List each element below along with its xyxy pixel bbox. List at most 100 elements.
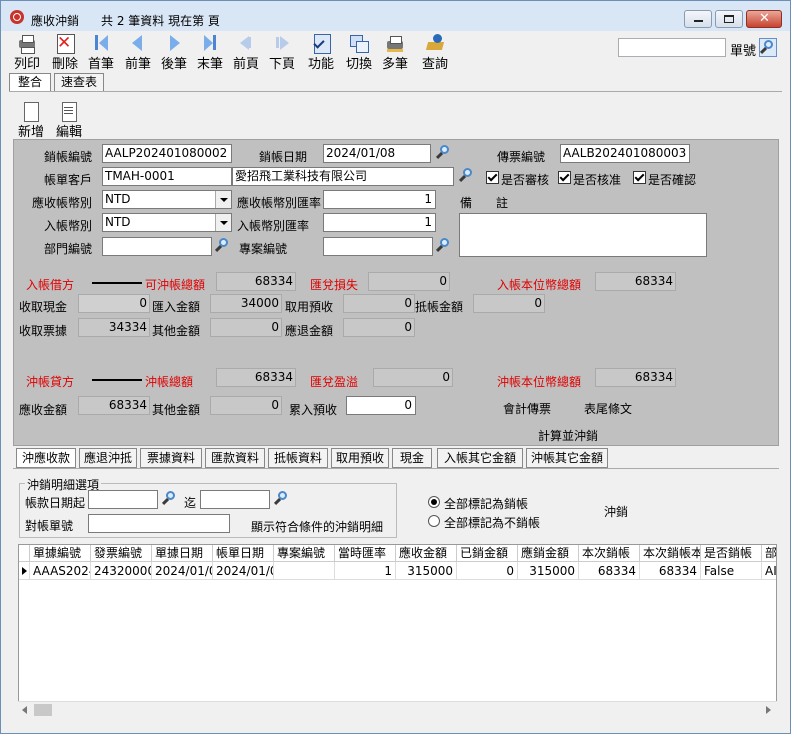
- tab-in-other[interactable]: 入帳其它金額: [437, 448, 523, 468]
- col-header[interactable]: 應銷金額: [518, 545, 579, 562]
- radio-mark-all-writeoff[interactable]: [428, 496, 440, 508]
- project-lookup-icon[interactable]: [435, 237, 453, 255]
- tab-notes[interactable]: 票據資料: [140, 448, 202, 468]
- col-header[interactable]: 當時匯率: [335, 545, 396, 562]
- query-button[interactable]: 查詢: [417, 33, 453, 72]
- footer-terms-link[interactable]: 表尾條文: [584, 400, 632, 417]
- date-from-picker-icon[interactable]: [161, 490, 179, 508]
- ar-currency-select[interactable]: NTD: [102, 190, 232, 209]
- multi-record-button[interactable]: 多筆: [377, 33, 413, 72]
- date-picker-icon[interactable]: [435, 144, 453, 162]
- customer-lookup-icon[interactable]: [458, 167, 476, 185]
- table-cell[interactable]: 24320000000: [91, 562, 152, 580]
- writeoff-no-field[interactable]: AALP202401080002: [102, 144, 232, 163]
- date-to-label: 迄: [184, 496, 197, 510]
- acct-voucher-link[interactable]: 會計傳票: [503, 400, 551, 417]
- customer-name-field[interactable]: 愛招飛工業科技有限公司: [232, 167, 454, 186]
- col-header[interactable]: 本次銷帳: [579, 545, 640, 562]
- table-cell[interactable]: [274, 562, 335, 580]
- table-cell[interactable]: 2024/01/05: [152, 562, 213, 580]
- cash-value[interactable]: 0: [78, 294, 150, 313]
- col-header[interactable]: 帳單日期: [213, 545, 274, 562]
- tab-quick-lookup[interactable]: 速查表: [54, 73, 104, 92]
- last-record-button[interactable]: 末筆: [192, 33, 228, 72]
- table-cell[interactable]: 315000: [518, 562, 579, 580]
- function-button[interactable]: 功能: [303, 33, 339, 72]
- table-cell[interactable]: 0: [457, 562, 518, 580]
- next-record-button[interactable]: 後筆: [156, 33, 192, 72]
- show-matching-link[interactable]: 顯示符合條件的沖銷明細: [251, 518, 383, 535]
- in-rate-field[interactable]: 1: [323, 213, 436, 232]
- order-no-search-input[interactable]: [618, 38, 726, 57]
- remark-field[interactable]: [459, 213, 707, 257]
- title-bar: 應收沖銷 共 2 筆資料 現在第 頁 ✕: [1, 1, 790, 31]
- radio-mark-all-no-writeoff[interactable]: [428, 515, 440, 527]
- date-to-field[interactable]: [200, 490, 270, 509]
- table-cell[interactable]: 2024/01/05: [213, 562, 274, 580]
- prev-page-button[interactable]: 前頁: [228, 33, 264, 72]
- scroll-right-icon[interactable]: [766, 706, 771, 714]
- table-cell[interactable]: 68334: [579, 562, 640, 580]
- ar-rate-field[interactable]: 1: [323, 190, 436, 209]
- tab-ar-writeoff[interactable]: 沖應收款: [16, 448, 76, 468]
- switch-button[interactable]: 切換: [341, 33, 377, 72]
- search-button[interactable]: [759, 38, 777, 57]
- reviewed-checkbox[interactable]: [486, 171, 499, 184]
- col-header[interactable]: 應收金額: [396, 545, 457, 562]
- project-field[interactable]: [323, 237, 433, 256]
- tab-offset[interactable]: 抵帳資料: [268, 448, 328, 468]
- dept-lookup-icon[interactable]: [214, 237, 232, 255]
- tab-writeoff-other[interactable]: 沖帳其它金額: [526, 448, 608, 468]
- date-to-picker-icon[interactable]: [273, 490, 291, 508]
- minimize-button[interactable]: [684, 10, 712, 28]
- in-currency-select[interactable]: NTD: [102, 213, 232, 232]
- tab-remittance[interactable]: 匯款資料: [205, 448, 265, 468]
- calc-writeoff-button[interactable]: 計算並沖銷: [538, 427, 598, 444]
- tab-prepay[interactable]: 取用預收: [331, 448, 389, 468]
- tab-cash[interactable]: 現金: [392, 448, 432, 468]
- approved-checkbox[interactable]: [558, 171, 571, 184]
- fx-gain-value: 0: [373, 368, 453, 387]
- table-cell[interactable]: 315000: [396, 562, 457, 580]
- table-cell[interactable]: 68334: [640, 562, 701, 580]
- first-record-button[interactable]: 首筆: [83, 33, 119, 72]
- col-header[interactable]: 部: [762, 545, 776, 562]
- table-cell[interactable]: AAAS2024010: [30, 562, 91, 580]
- accum-prepay-field[interactable]: 0: [346, 396, 416, 415]
- chevron-down-icon: [215, 191, 231, 208]
- edit-button[interactable]: 編輯: [51, 101, 87, 140]
- col-header[interactable]: 已銷金額: [457, 545, 518, 562]
- row-selector[interactable]: [19, 562, 30, 580]
- col-header[interactable]: 單據編號: [30, 545, 91, 562]
- prev-record-button[interactable]: 前筆: [120, 33, 156, 72]
- customer-code-field[interactable]: TMAH-0001: [102, 167, 232, 186]
- scroll-thumb[interactable]: [34, 704, 52, 716]
- bill-no-field[interactable]: [88, 514, 230, 533]
- scroll-left-icon[interactable]: [22, 706, 27, 714]
- voucher-no-field[interactable]: AALB202401080003: [560, 144, 690, 163]
- confirmed-checkbox[interactable]: [633, 171, 646, 184]
- horizontal-scrollbar[interactable]: [18, 701, 777, 719]
- col-header[interactable]: 單據日期: [152, 545, 213, 562]
- new-button[interactable]: 新增: [13, 101, 49, 140]
- writeoff-date-field[interactable]: 2024/01/08: [323, 144, 431, 163]
- table-cell[interactable]: 1: [335, 562, 396, 580]
- table-cell[interactable]: False: [701, 562, 762, 580]
- print-button[interactable]: 列印: [9, 33, 45, 72]
- maximize-button[interactable]: [715, 10, 743, 28]
- col-header[interactable]: 是否銷帳: [701, 545, 762, 562]
- table-cell[interactable]: AI: [762, 562, 776, 580]
- dept-field[interactable]: [102, 237, 212, 256]
- tab-refund-offset[interactable]: 應退沖抵: [79, 448, 137, 468]
- col-header[interactable]: 發票編號: [91, 545, 152, 562]
- first-icon: [91, 33, 111, 53]
- tab-integrated[interactable]: 整合: [9, 73, 51, 92]
- col-header[interactable]: 專案編號: [274, 545, 335, 562]
- close-button[interactable]: ✕: [746, 10, 782, 28]
- credit-total-label: 沖帳總額: [145, 375, 194, 389]
- next-page-button[interactable]: 下頁: [264, 33, 300, 72]
- writeoff-link[interactable]: 沖銷: [604, 503, 628, 520]
- date-from-field[interactable]: [88, 490, 158, 509]
- delete-button[interactable]: ✕ 刪除: [47, 33, 83, 72]
- col-header[interactable]: 本次銷帳本: [640, 545, 701, 562]
